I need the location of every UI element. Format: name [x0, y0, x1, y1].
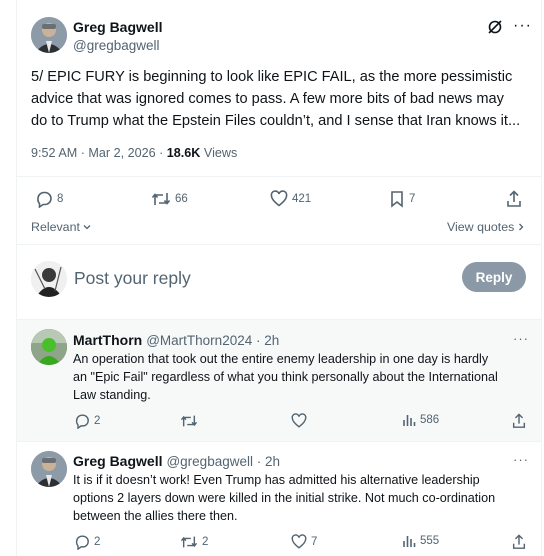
share-icon — [512, 413, 526, 428]
my-avatar[interactable] — [31, 261, 67, 297]
heart-icon — [270, 190, 288, 207]
more-options-icon[interactable]: ··· — [513, 452, 529, 467]
sort-label: Relevant — [31, 220, 80, 234]
analytics-icon — [403, 536, 416, 547]
repost-count: 66 — [175, 193, 188, 205]
reply-author-name[interactable]: Greg Bagwell — [73, 453, 162, 469]
avatar-greg[interactable] — [31, 451, 67, 487]
tweet-text: 5/ EPIC FURY is beginning to look like E… — [31, 66, 536, 132]
tweet-text-line: 5/ EPIC FURY is beginning to look like E… — [31, 69, 513, 85]
author-name[interactable]: Greg Bagwell — [73, 19, 162, 35]
repost-action[interactable]: 66 — [151, 190, 188, 208]
bookmark-action[interactable]: 7 — [389, 190, 415, 208]
views-action[interactable]: 555 — [402, 534, 439, 548]
share-icon — [512, 534, 526, 549]
more-options-icon[interactable]: ··· — [513, 17, 532, 35]
bookmark-icon — [391, 191, 403, 208]
repost-count: 2 — [202, 536, 209, 548]
view-quotes-label: View quotes — [447, 220, 515, 234]
timestamp[interactable]: 9:52 AM · Mar 2, 2026 · — [31, 146, 167, 160]
reply-icon — [75, 535, 89, 550]
like-action[interactable]: 421 — [270, 190, 311, 208]
reply-count: 8 — [57, 193, 64, 205]
reply-action[interactable]: 8 — [35, 190, 63, 208]
tweet-text-line: do to Trump what the Epstein Files could… — [31, 113, 521, 129]
reply-count: 2 — [94, 536, 101, 548]
share-action[interactable] — [505, 190, 523, 208]
divider — [17, 176, 541, 177]
reply-header: Greg Bagwell @gregbagwell · 2h — [73, 453, 280, 469]
repost-icon — [180, 415, 198, 427]
reply-icon — [37, 191, 52, 208]
avatar-martthorn[interactable] — [31, 329, 67, 365]
reply-button[interactable]: Reply — [462, 262, 526, 292]
like-action[interactable] — [291, 413, 311, 429]
bookmark-count: 7 — [409, 193, 416, 205]
tweet-meta: 9:52 AM · Mar 2, 2026 · 18.6K Views — [31, 146, 237, 160]
repost-action[interactable] — [180, 413, 202, 429]
repost-icon — [151, 193, 171, 205]
analytics-icon — [403, 415, 416, 426]
reply-text-line: Law standing. — [73, 388, 151, 402]
reply-author-name[interactable]: MartThorn — [73, 332, 142, 348]
divider — [17, 244, 541, 245]
reply-text-line: An operation that took out the entire en… — [73, 352, 489, 366]
repost-action[interactable]: 2 — [180, 534, 208, 550]
chevron-right-icon — [519, 223, 524, 231]
share-action[interactable] — [511, 534, 527, 550]
like-action[interactable]: 7 — [291, 534, 317, 550]
heart-icon — [291, 413, 307, 428]
chevron-down-icon — [83, 225, 91, 230]
reply-text-line: between the allies there then. — [73, 509, 238, 523]
tweet-text-line: advice that was ignored comes to pass. A… — [31, 91, 504, 107]
views-label: Views — [200, 146, 238, 160]
reply-input[interactable]: Post your reply — [74, 268, 191, 289]
views-count: 18.6K — [166, 146, 201, 160]
like-count: 7 — [311, 536, 318, 548]
tweet-detail-panel: Greg Bagwell @gregbagwell ··· 5/ EPIC FU… — [16, 0, 542, 556]
repost-icon — [180, 536, 198, 548]
heart-icon — [291, 534, 307, 549]
divider — [17, 441, 541, 442]
avatar-greg[interactable] — [31, 17, 67, 53]
reply-author-handle[interactable]: @gregbagwell · 2h — [166, 454, 280, 469]
reply-action[interactable]: 2 — [74, 413, 100, 429]
like-count: 421 — [292, 193, 312, 205]
reply-author-handle[interactable]: @MartThorn2024 · 2h — [146, 333, 279, 348]
author-handle[interactable]: @gregbagwell — [73, 38, 160, 53]
share-action[interactable] — [511, 413, 527, 429]
reply-icon — [75, 414, 89, 429]
views-action[interactable]: 586 — [402, 413, 439, 427]
grok-icon[interactable] — [487, 19, 503, 40]
reply-text-line: It is if it doesn’t work! Even Trump has… — [73, 473, 480, 487]
reply-text: It is if it doesn’t work! Even Trump has… — [73, 471, 535, 525]
share-icon — [507, 190, 521, 207]
reply-text: An operation that took out the entire en… — [73, 350, 535, 404]
views-count: 586 — [420, 414, 440, 426]
reply-count: 2 — [94, 415, 101, 427]
reply-header: MartThorn @MartThorn2024 · 2h — [73, 332, 279, 348]
views-count: 555 — [420, 535, 440, 547]
reply-text-line: an "Epic Fail" regardless of what you th… — [73, 370, 498, 384]
view-quotes-link[interactable]: View quotes — [447, 220, 525, 234]
reply-text-line: options 2 layers down were killed in the… — [73, 491, 496, 505]
more-options-icon[interactable]: ··· — [513, 331, 529, 346]
sort-dropdown[interactable]: Relevant — [31, 220, 92, 234]
reply-action[interactable]: 2 — [74, 534, 100, 550]
